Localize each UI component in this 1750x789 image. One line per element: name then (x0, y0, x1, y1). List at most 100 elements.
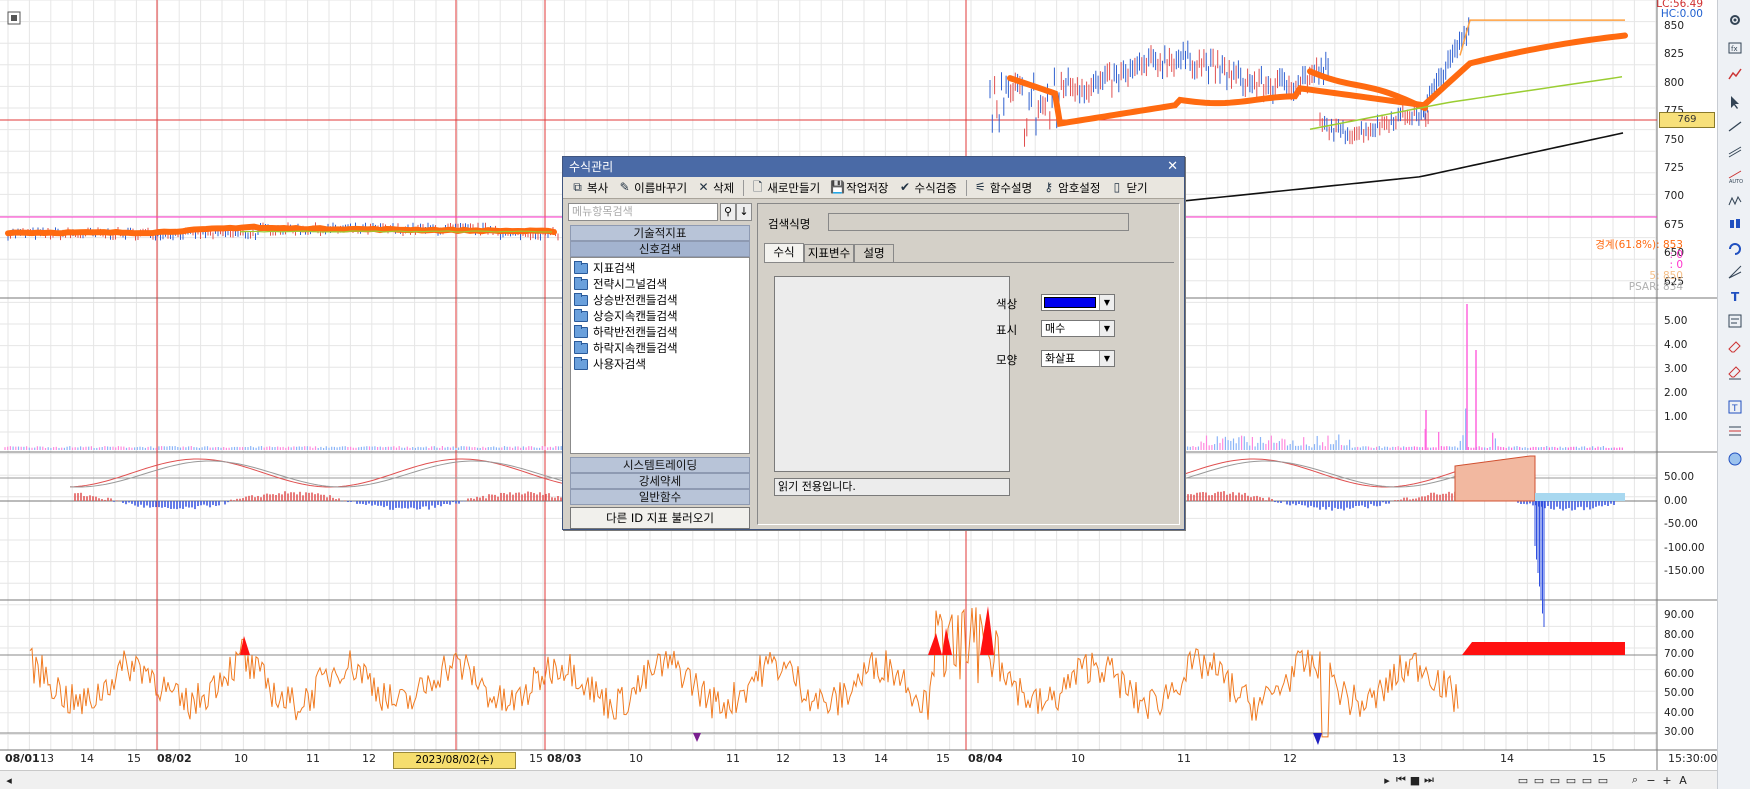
wand-icon: ⚟ (974, 180, 986, 194)
tree-item[interactable]: 지표검색 (574, 260, 635, 276)
scroll-left-icon[interactable]: ◂ (2, 773, 16, 787)
load-other-id-button[interactable]: 다른 ID 지표 불러오기 (570, 507, 750, 529)
trendline-icon[interactable] (1725, 116, 1745, 136)
folder-icon (574, 276, 588, 290)
group-signal-search[interactable]: 신호검색 (570, 241, 750, 257)
dialog-title-bar[interactable]: 수식관리 ✕ (563, 157, 1184, 177)
eraser-all-icon[interactable] (1725, 362, 1745, 382)
text-tool-icon[interactable]: T (1725, 286, 1745, 306)
group-strength[interactable]: 강세약세 (570, 473, 750, 489)
display-select[interactable]: 매수 ▼ (1041, 320, 1115, 337)
chevron-down-icon[interactable]: ▼ (1099, 351, 1114, 366)
list-icon[interactable] (1725, 421, 1745, 441)
layout6-icon[interactable]: ▭ (1596, 773, 1610, 787)
folder-icon (574, 356, 588, 370)
layout5-icon[interactable]: ▭ (1580, 773, 1594, 787)
price-tick-label: 700 (1664, 190, 1685, 203)
text-box-icon[interactable] (1725, 311, 1745, 331)
rename-button[interactable]: ✎ 이름바꾸기 (614, 178, 691, 198)
save-button[interactable]: 💾 작업저장 (826, 178, 892, 198)
chart-line-icon[interactable] (1725, 64, 1745, 84)
copy-button[interactable]: ⧉ 복사 (567, 178, 612, 198)
group-general-functions[interactable]: 일반함수 (570, 489, 750, 505)
globe-icon[interactable] (1725, 449, 1745, 469)
readonly-status: 읽기 전용입니다. (774, 478, 1010, 496)
menu-search-input[interactable]: 메뉴항목검색 (568, 203, 718, 221)
rsi-tick-label: 90.00 (1664, 609, 1695, 621)
tree-item[interactable]: 상승지속캔들검색 (574, 308, 678, 324)
rsi-tick-label: 30.00 (1664, 726, 1695, 738)
group-technical-indicators[interactable]: 기술적지표 (570, 225, 750, 241)
group-system-trading[interactable]: 시스템트레이딩 (570, 457, 750, 473)
layout-icon[interactable]: ▭ (1516, 773, 1530, 787)
dialog-close-icon[interactable]: ✕ (1167, 157, 1178, 177)
chevron-down-icon[interactable]: ▼ (1099, 321, 1114, 336)
time-tick-label: 14 (80, 752, 94, 765)
jump-start-icon[interactable]: ⏮ (1394, 773, 1408, 787)
eraser-icon[interactable] (1725, 337, 1745, 357)
psar-readout: PSAR: 834 (1628, 281, 1683, 293)
tree-item[interactable]: 사용자검색 (574, 356, 646, 372)
save-icon: 💾 (830, 180, 846, 194)
layout3-icon[interactable]: ▭ (1548, 773, 1562, 787)
auto-trend-icon[interactable]: AUTO (1725, 166, 1745, 186)
cursor-icon[interactable] (1725, 92, 1745, 112)
price-tick-label: 750 (1664, 133, 1685, 146)
shape-select[interactable]: 화살표 ▼ (1041, 350, 1115, 367)
function-help-button[interactable]: ⚟ 함수설명 (970, 178, 1036, 198)
channel-icon[interactable] (1725, 141, 1745, 161)
search-icon[interactable]: ⚲ (720, 203, 736, 221)
layout2-icon[interactable]: ▭ (1532, 773, 1546, 787)
tab-formula[interactable]: 수식 (764, 243, 804, 262)
color-select[interactable]: ▼ (1041, 294, 1115, 311)
wave-icon[interactable] (1725, 191, 1745, 211)
zoom-icon[interactable]: ⌕ (1628, 773, 1642, 787)
check-icon: ✔ (899, 180, 911, 194)
search-down-icon[interactable]: ↓ (736, 203, 752, 221)
text-frame-icon[interactable]: T (1725, 397, 1745, 417)
formula-icon[interactable]: fx (1725, 38, 1745, 58)
time-tick-label: 14 (874, 752, 888, 765)
layout4-icon[interactable]: ▭ (1564, 773, 1578, 787)
chart-menu-icon-inner (11, 15, 17, 21)
chart-scrollbar[interactable]: ◂ ▸ ⏮ ■ ⏭ ▭ ▭ ▭ ▭ ▭ ▭ ⌕ − + A (0, 770, 1717, 789)
tree-item[interactable]: 상승반전캔들검색 (574, 292, 678, 308)
time-tick-label: 15 (127, 752, 141, 765)
folder-icon (574, 324, 588, 338)
volume-tick-label: 2.00 (1664, 387, 1688, 399)
folder-icon (574, 340, 588, 354)
verify-button[interactable]: ✔ 수식검증 (894, 178, 960, 198)
rename-icon: ✎ (619, 180, 630, 194)
chart-window: 8508258007757507257006756506255.004.003.… (0, 0, 1750, 789)
hc-readout: HC:0.00 (1660, 8, 1703, 20)
close-button[interactable]: ▯ 닫기 (1106, 178, 1151, 198)
jump-end-icon[interactable]: ⏭ (1422, 773, 1436, 787)
rsi-tick-label: 80.00 (1664, 628, 1695, 641)
tree-item[interactable]: 하락지속캔들검색 (574, 340, 678, 356)
macd-tick-label: 0.00 (1664, 494, 1688, 507)
search-name-input[interactable] (828, 213, 1129, 231)
time-tick-label: 10 (1071, 752, 1085, 765)
chevron-down-icon[interactable]: ▼ (1099, 295, 1114, 310)
rotate-icon[interactable] (1725, 239, 1745, 259)
formula-textarea[interactable] (774, 276, 1010, 472)
password-button[interactable]: ⚷ 암호설정 (1038, 178, 1104, 198)
folder-icon (574, 260, 588, 274)
time-tick-label: 13 (1392, 752, 1406, 765)
dialog-toolbar: ⧉ 복사 ✎ 이름바꾸기 ✕ 삭제 🗋 새로만들기 💾 작업저장 ✔ 수식검증 ⚟ 함수설명 … (563, 177, 1184, 199)
tree-item[interactable]: 하락반전캔들검색 (574, 324, 678, 340)
new-button[interactable]: 🗋 새로만들기 (747, 178, 824, 198)
font-icon[interactable]: A (1676, 773, 1690, 787)
settings-icon[interactable] (1725, 10, 1745, 30)
stop-icon[interactable]: ■ (1408, 773, 1422, 787)
zoom-in-icon[interactable]: + (1660, 773, 1674, 787)
time-tick-label: 11 (726, 752, 740, 765)
zoom-out-icon[interactable]: − (1644, 773, 1658, 787)
candle-icon[interactable] (1725, 214, 1745, 234)
scroll-right-icon[interactable]: ▸ (1380, 773, 1394, 787)
tab-description[interactable]: 설명 (854, 244, 894, 262)
delete-button[interactable]: ✕ 삭제 (693, 178, 738, 198)
tab-variables[interactable]: 지표변수 (804, 244, 854, 262)
fan-icon[interactable] (1725, 262, 1745, 282)
tree-item[interactable]: 전략시그널검색 (574, 276, 667, 292)
